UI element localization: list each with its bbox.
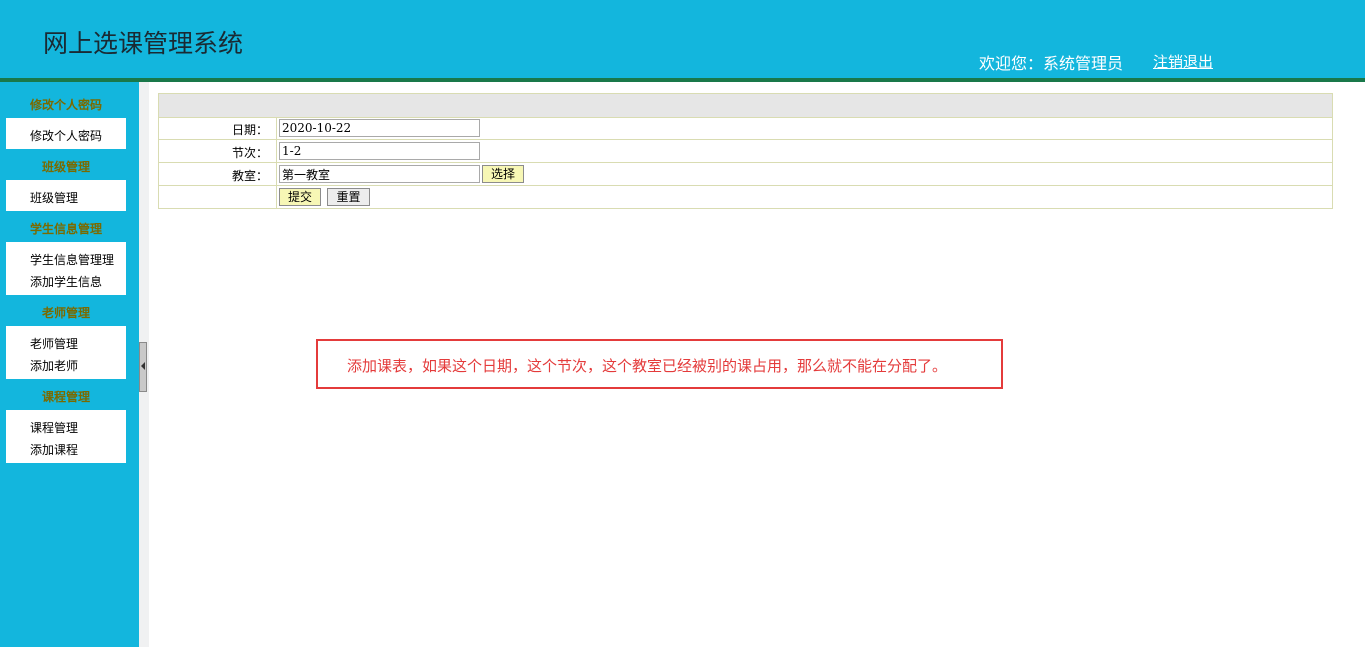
room-label: 教室：	[231, 169, 268, 183]
date-label: 日期：	[231, 123, 268, 137]
header-bar: 网上选课管理系统 欢迎您：系统管理员 注销退出	[0, 0, 1365, 78]
form-label-cell	[159, 186, 277, 208]
sidebar-group-title-student[interactable]: 学生信息管理	[6, 220, 126, 237]
annotation-box: 添加课表，如果这个日期，这个节次，这个教室已经被别的课占用，那么就不能在分配了。	[316, 339, 1003, 389]
select-room-button[interactable]: 选择	[482, 165, 524, 183]
sidebar-item-teacher-manage[interactable]: 老师管理	[30, 335, 78, 352]
sidebar-group-student: 学生信息管理理 添加学生信息	[6, 242, 126, 295]
chevron-left-icon	[141, 362, 145, 370]
period-label: 节次：	[231, 146, 268, 160]
form-row-actions: 提交 重置	[159, 186, 1332, 209]
sidebar-item-add-teacher[interactable]: 添加老师	[30, 357, 78, 374]
sidebar-item-course-manage[interactable]: 课程管理	[30, 419, 78, 436]
sidebar-group-teacher: 老师管理 添加老师	[6, 326, 126, 379]
schedule-form: 日期： 节次： 教室： 选择 提交 重置	[158, 93, 1333, 209]
form-row-date: 日期：	[159, 117, 1332, 140]
sidebar-group-course: 课程管理 添加课程	[6, 410, 126, 463]
reset-button[interactable]: 重置	[327, 188, 370, 206]
logout-link[interactable]: 注销退出	[1153, 51, 1213, 72]
sidebar-item-add-student[interactable]: 添加学生信息	[30, 273, 102, 290]
form-row-room: 教室： 选择	[159, 163, 1332, 186]
sidebar-group-title-class[interactable]: 班级管理	[6, 158, 126, 175]
date-input[interactable]	[279, 119, 480, 137]
form-label-cell: 节次：	[159, 140, 277, 162]
sidebar-group-class: 班级管理	[6, 180, 126, 211]
annotation-text: 添加课表，如果这个日期，这个节次，这个教室已经被别的课占用，那么就不能在分配了。	[347, 357, 948, 375]
sidebar-group-title-course[interactable]: 课程管理	[6, 388, 126, 405]
sidebar-group-password: 修改个人密码	[6, 118, 126, 149]
period-input[interactable]	[279, 142, 480, 160]
submit-button[interactable]: 提交	[279, 188, 321, 206]
app-title: 网上选课管理系统	[43, 29, 244, 58]
sidebar-item-class-manage[interactable]: 班级管理	[30, 189, 78, 206]
collapse-sidebar-handle[interactable]	[139, 342, 147, 392]
sidebar-group-title-password[interactable]: 修改个人密码	[6, 96, 126, 113]
welcome-text: 欢迎您：系统管理员	[979, 54, 1124, 73]
sidebar: 修改个人密码 修改个人密码 班级管理 班级管理 学生信息管理 学生信息管理理 添…	[0, 82, 139, 647]
form-label-cell: 教室：	[159, 163, 277, 185]
form-header	[159, 94, 1332, 118]
form-label-cell: 日期：	[159, 117, 277, 139]
sidebar-item-add-course[interactable]: 添加课程	[30, 441, 78, 458]
room-input[interactable]	[279, 165, 480, 183]
form-row-period: 节次：	[159, 140, 1332, 163]
sidebar-item-change-password[interactable]: 修改个人密码	[30, 127, 102, 144]
sidebar-group-title-teacher[interactable]: 老师管理	[6, 304, 126, 321]
sidebar-item-student-manage[interactable]: 学生信息管理理	[30, 251, 114, 268]
header-divider	[0, 78, 1365, 82]
